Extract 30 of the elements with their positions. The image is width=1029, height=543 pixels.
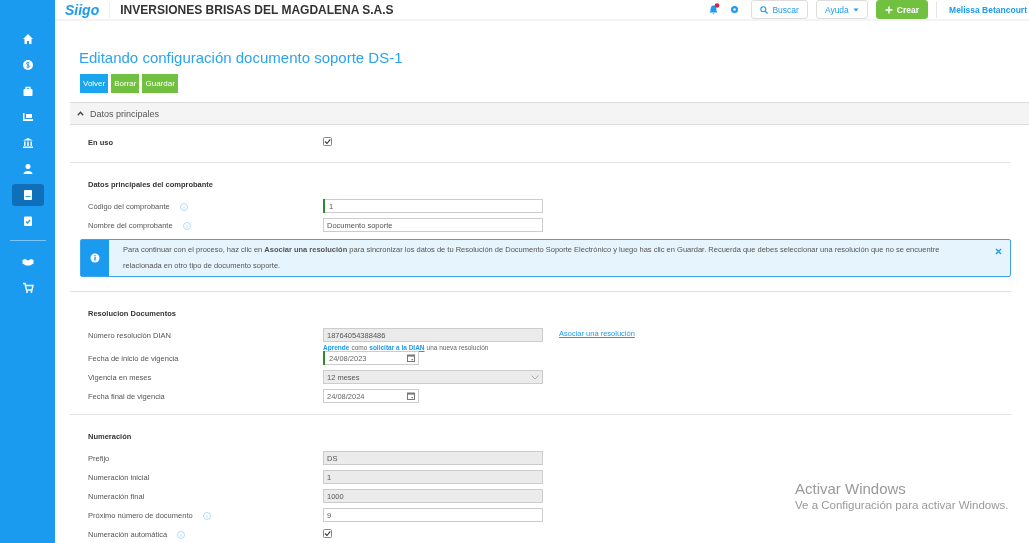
person-icon <box>21 163 34 175</box>
info-icon <box>202 511 211 520</box>
calendar-icon[interactable] <box>407 392 415 400</box>
company-name: INVERSIONES BRISAS DEL MAGDALENA S.A.S <box>120 2 395 17</box>
page-title: Editando configuración documento soporte DS-1 <box>79 49 404 66</box>
bell-icon[interactable] <box>709 4 719 15</box>
cart-icon <box>21 282 34 294</box>
caret-icon <box>852 7 859 12</box>
info-icon <box>90 253 100 263</box>
windows-activation-text: Ve a Configuración para activar Windows. <box>795 499 1009 511</box>
document-check-icon <box>21 215 34 227</box>
sidebar-item[interactable] <box>11 184 44 206</box>
info-icon <box>182 221 191 230</box>
panel-title: Datos principales <box>90 108 160 119</box>
info-icon <box>177 530 186 539</box>
checkbox[interactable] <box>323 137 332 146</box>
search-icon <box>760 5 769 14</box>
bag-icon <box>21 85 34 97</box>
plus-icon <box>884 5 893 14</box>
dollar-icon <box>21 59 34 71</box>
document-icon <box>21 189 34 201</box>
calendar-icon[interactable] <box>407 354 415 362</box>
close-icon[interactable] <box>995 248 1002 255</box>
windows-activation-title: Activar Windows <box>795 480 907 497</box>
panel-header[interactable]: Datos principales <box>70 102 1029 125</box>
home-icon <box>21 33 34 45</box>
chevron-down-icon <box>531 374 539 380</box>
checkbox[interactable] <box>323 529 332 538</box>
info-icon <box>179 202 188 211</box>
bank-icon <box>21 137 34 149</box>
